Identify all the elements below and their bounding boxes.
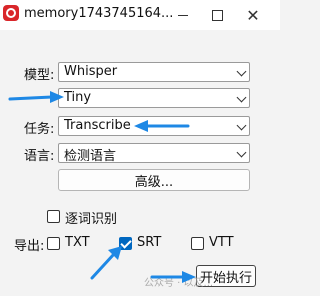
word-recognition-checkbox[interactable] [47, 210, 60, 223]
language-select-value: 检测语言 [64, 149, 117, 164]
task-select-value: Transcribe [64, 118, 131, 133]
vtt-label: VTT [209, 235, 234, 250]
arrow-icon [8, 91, 64, 103]
model-size-value: Tiny [64, 90, 92, 105]
arrow-icon [150, 271, 196, 283]
language-label: 语言: [24, 149, 55, 164]
maximize-button[interactable] [200, 0, 234, 30]
chevron-down-icon [236, 66, 247, 77]
app-icon [3, 5, 19, 21]
vtt-checkbox[interactable] [191, 237, 204, 250]
chevron-down-icon [236, 120, 247, 131]
window-title: memory1743745164... [24, 6, 174, 21]
model-label: 模型: [24, 68, 55, 83]
srt-label: SRT [137, 235, 162, 250]
model-size-select[interactable]: Tiny [58, 88, 250, 108]
arrow-icon [90, 246, 122, 280]
arrow-icon [134, 120, 190, 132]
export-label: 导出: [14, 239, 45, 254]
close-button[interactable]: ✕ [236, 0, 270, 30]
minimize-button[interactable] [166, 0, 200, 30]
word-recognition-label: 逐词识别 [65, 212, 118, 227]
txt-checkbox[interactable] [47, 237, 60, 250]
task-label: 任务: [24, 122, 55, 137]
language-select[interactable]: 检测语言 [58, 143, 250, 164]
advanced-button[interactable]: 高级... [58, 169, 250, 191]
txt-label: TXT [65, 235, 90, 250]
model-select[interactable]: Whisper [58, 62, 250, 82]
model-select-value: Whisper [64, 64, 118, 79]
chevron-down-icon [236, 92, 247, 103]
chevron-down-icon [236, 147, 247, 158]
title-bar: memory1743745164... ✕ [0, 0, 280, 30]
